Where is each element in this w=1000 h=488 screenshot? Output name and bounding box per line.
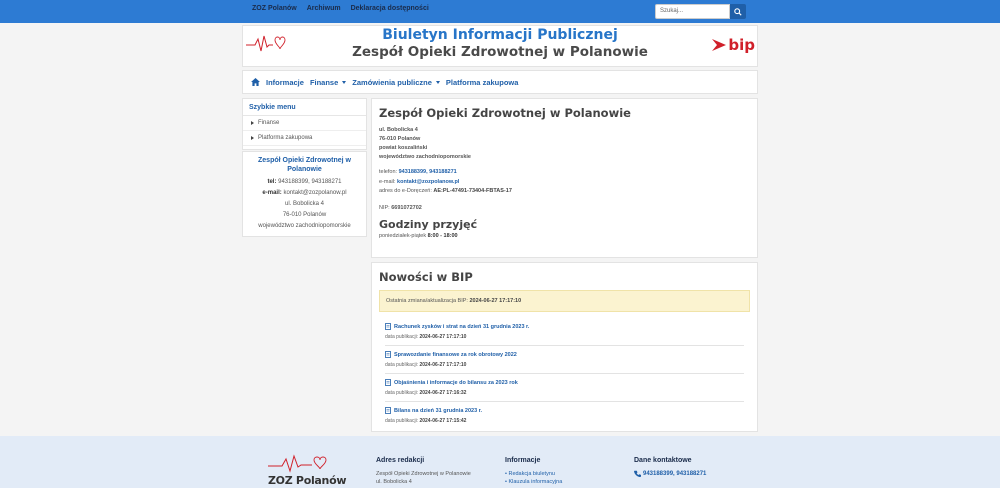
chevron-down-icon	[342, 80, 347, 84]
news-card: Nowości w BIP Ostatnia zmiana/aktualizac…	[371, 262, 758, 432]
org-edelivery: adres do e-Doręczeń: AE:PL-47491-73404-F…	[379, 188, 512, 194]
news-item-link[interactable]: Bilans na dzień 31 grudnia 2023 r.	[385, 407, 744, 414]
footer-info-title: Informacje	[505, 457, 541, 464]
top-links: ZOZ Polanów Archiwum Deklaracja dostępno…	[252, 5, 429, 12]
org-address: ul. Bobolicka 4 76-010 Polanów powiat ko…	[379, 127, 471, 160]
footer-phone[interactable]: 943188399, 943188271	[634, 470, 706, 477]
org-email: e-mail: kontakt@zozpolanow.pl	[379, 178, 460, 185]
home-icon[interactable]	[251, 78, 260, 86]
news-item-date: data publikacji: 2024-06-27 17:16:32	[385, 390, 467, 396]
nav-item-platforma[interactable]: Platforma zakupowa	[446, 78, 519, 87]
document-icon	[385, 379, 391, 386]
nav-item-finanse[interactable]: Finanse	[310, 78, 347, 87]
footer-link-redakcja[interactable]: • Redakcja biuletynu	[505, 470, 562, 478]
bip-flag-icon	[712, 39, 727, 51]
news-item-date: data publikacji: 2024-06-27 17:17:10	[385, 362, 467, 368]
footer-address-title: Adres redakcji	[376, 457, 425, 464]
news-item-date: data publikacji: 2024-06-27 17:15:42	[385, 418, 467, 424]
sidebar-org-name: Zespół Opieki Zdrowotnej w Polanowie	[258, 157, 351, 173]
top-link-archive[interactable]: Archiwum	[307, 5, 341, 12]
heartbeat-icon	[268, 454, 327, 473]
sidebar-contact: Zespół Opieki Zdrowotnej w Polanowie tel…	[242, 151, 367, 237]
sidebar-region: województwo zachodniopomorskie	[258, 223, 351, 229]
news-item-date: data publikacji: 2024-06-27 17:17:10	[385, 334, 467, 340]
news-list: Rachunek zysków i strat na dzień 31 grud…	[379, 318, 750, 430]
nav-item-zamowienia[interactable]: Zamówienia publiczne	[352, 78, 440, 87]
phone-icon	[634, 470, 641, 477]
footer-contact-title: Dane kontaktowe	[634, 457, 692, 464]
quick-menu: Szybkie menu Finanse Platforma zakupowa	[242, 98, 367, 150]
footer-logo-name: ZOZ Polanów	[268, 474, 347, 487]
footer-col-address: Adres redakcji Zespół Opieki Zdrowotnej …	[376, 457, 471, 485]
caret-right-icon	[251, 136, 254, 140]
nav-item-informacje[interactable]: Informacje	[266, 78, 304, 87]
news-title: Nowości w BIP	[379, 270, 473, 284]
org-info-card: Zespół Opieki Zdrowotnej w Polanowie ul.…	[371, 98, 758, 258]
search-box: Szukaj...	[655, 4, 746, 19]
chevron-down-icon	[435, 80, 440, 84]
search-button[interactable]	[730, 4, 746, 19]
document-icon	[385, 351, 391, 358]
footer-link-klauzula[interactable]: • Klauzula informacyjna	[505, 478, 562, 486]
sidebar-email: e-mail: kontakt@zozpolanow.pl	[262, 190, 347, 196]
news-item: Bilans na dzień 31 grudnia 2023 r. data …	[385, 402, 744, 430]
sidebar-tel: tel: 943188399, 943188271	[267, 179, 342, 185]
last-change-alert: Ostatnia zmiana/aktualizacja BIP: 2024-0…	[379, 290, 750, 312]
news-item: Objaśnienia i informacje do bilansu za 2…	[385, 374, 744, 402]
org-nip: NIP: 6691072702	[379, 204, 422, 211]
news-item-link[interactable]: Rachunek zysków i strat na dzień 31 grud…	[385, 323, 744, 330]
main-nav: Informacje Finanse Zamówienia publiczne …	[242, 70, 758, 94]
sidebar-city: 76-010 Polanów	[282, 212, 327, 218]
org-contact: telefon: 943188399, 943188271 e-mail: ko…	[379, 168, 750, 197]
hours-line: poniedziałek-piątek 8:00 - 18:00	[379, 232, 458, 239]
footer-col-contact: Dane kontaktowe 943188399, 943188271	[634, 457, 706, 477]
bip-logo-text: bip	[728, 36, 755, 54]
site-footer: ZOZ Polanów Adres redakcji Zespół Opieki…	[0, 436, 1000, 488]
search-input[interactable]: Szukaj...	[655, 4, 730, 19]
header-title: Biuletyn Informacji Publicznej	[382, 27, 618, 43]
top-link-zoz[interactable]: ZOZ Polanów	[252, 5, 297, 12]
org-phone: telefon: 943188399, 943188271	[379, 169, 457, 175]
footer-col-info: Informacje • Redakcja biuletynu • Klauzu…	[505, 457, 562, 486]
search-icon	[734, 7, 742, 16]
quick-menu-item-platforma[interactable]: Platforma zakupowa	[243, 131, 366, 146]
sidebar-street: ul. Bobolicka 4	[284, 201, 325, 207]
news-item-link[interactable]: Sprawozdanie finansowe za rok obrotowy 2…	[385, 351, 744, 358]
news-item: Sprawozdanie finansowe za rok obrotowy 2…	[385, 346, 744, 374]
hours-title: Godziny przyjęć	[379, 217, 478, 231]
caret-right-icon	[251, 121, 254, 125]
document-icon	[385, 323, 391, 330]
top-bar: ZOZ Polanów Archiwum Deklaracja dostępno…	[0, 0, 1000, 23]
quick-menu-item-finanse[interactable]: Finanse	[243, 116, 366, 131]
header-subtitle: Zespół Opieki Zdrowotnej w Polanowie	[352, 44, 648, 60]
bip-logo[interactable]: bip	[712, 36, 755, 54]
news-item: Rachunek zysków i strat na dzień 31 grud…	[385, 318, 744, 346]
news-item-link[interactable]: Objaśnienia i informacje do bilansu za 2…	[385, 379, 744, 386]
document-icon	[385, 407, 391, 414]
quick-menu-title: Szybkie menu	[243, 99, 366, 116]
site-header: Biuletyn Informacji Publicznej Zespół Op…	[242, 25, 758, 67]
org-title: Zespół Opieki Zdrowotnej w Polanowie	[379, 106, 631, 120]
top-link-accessibility[interactable]: Deklaracja dostępności	[351, 5, 429, 12]
